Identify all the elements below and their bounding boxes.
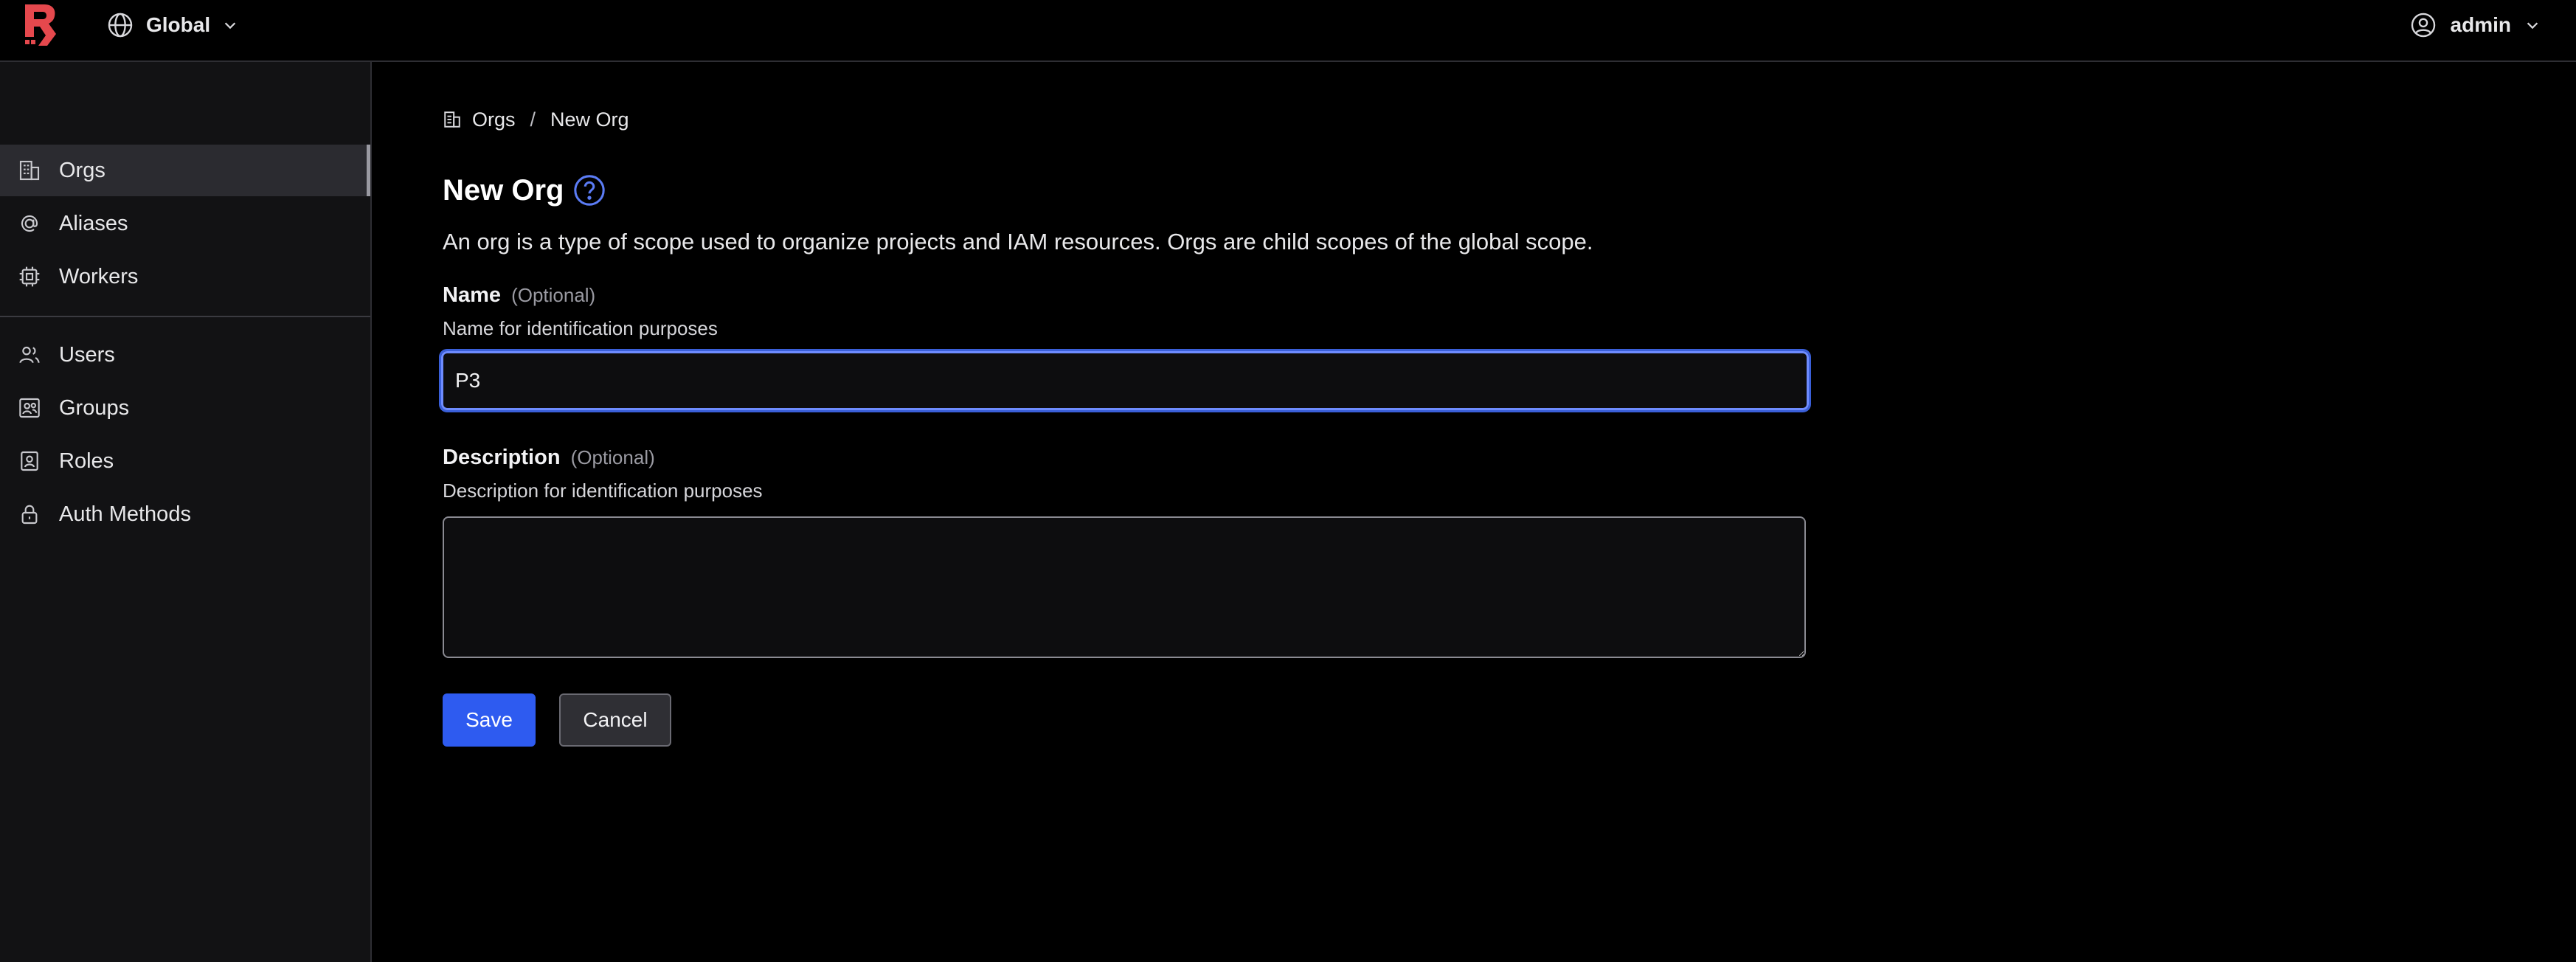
name-input[interactable] bbox=[439, 349, 1811, 412]
breadcrumb-separator: / bbox=[530, 108, 536, 131]
at-sign-icon bbox=[21, 215, 38, 232]
chevron-down-icon bbox=[224, 22, 236, 30]
sidebar-divider bbox=[0, 316, 370, 317]
sidebar-item-label: Roles bbox=[59, 449, 114, 473]
sidebar-item-workers[interactable]: Workers bbox=[0, 251, 369, 302]
sidebar-item-label: Workers bbox=[59, 264, 139, 288]
description-field-label: Description (Optional) bbox=[443, 446, 655, 470]
user-menu-label: admin bbox=[2450, 13, 2511, 36]
sidebar-item-aliases[interactable]: Aliases bbox=[0, 198, 369, 249]
sidebar-item-auth-methods[interactable]: Auth Methods bbox=[0, 488, 369, 540]
sidebar-item-label: Users bbox=[59, 342, 115, 367]
save-button[interactable]: Save bbox=[443, 693, 536, 747]
sidebar-item-label: Aliases bbox=[59, 211, 128, 235]
sidebar-item-label: Auth Methods bbox=[59, 502, 191, 526]
sidebar-item-users[interactable]: Users bbox=[0, 329, 369, 381]
page-title-row: New Org bbox=[443, 170, 606, 211]
chevron-down-icon bbox=[2527, 22, 2538, 30]
building-icon bbox=[19, 160, 40, 181]
id-badge-icon bbox=[21, 451, 38, 471]
lock-icon bbox=[21, 505, 38, 525]
sidebar: Orgs Aliases Workers Users Groups Roles … bbox=[0, 62, 372, 962]
name-label-text: Name bbox=[443, 283, 501, 307]
cancel-button[interactable]: Cancel bbox=[559, 693, 671, 747]
user-menu[interactable]: admin bbox=[2409, 7, 2541, 43]
building-icon bbox=[444, 111, 460, 128]
page-description: An org is a type of scope used to organi… bbox=[443, 229, 1593, 255]
sidebar-item-orgs[interactable]: Orgs bbox=[0, 145, 370, 196]
boundary-logo-icon[interactable] bbox=[22, 1, 60, 49]
globe-icon bbox=[108, 13, 133, 38]
name-optional-tag: (Optional) bbox=[511, 284, 596, 306]
description-optional-tag: (Optional) bbox=[570, 446, 655, 468]
breadcrumb: Orgs / New Org bbox=[443, 106, 629, 133]
scope-switcher-label: Global bbox=[146, 13, 211, 36]
description-label-text: Description bbox=[443, 446, 561, 469]
scope-switcher[interactable]: Global bbox=[106, 7, 238, 43]
description-field-help: Description for identification purposes bbox=[443, 480, 763, 502]
sidebar-item-label: Orgs bbox=[59, 158, 105, 182]
groups-icon bbox=[19, 398, 40, 418]
sidebar-item-roles[interactable]: Roles bbox=[0, 435, 369, 487]
description-textarea[interactable] bbox=[443, 516, 1806, 658]
users-icon bbox=[19, 346, 40, 364]
breadcrumb-link-orgs[interactable]: Orgs bbox=[472, 108, 516, 131]
cpu-icon bbox=[19, 266, 40, 287]
sidebar-item-label: Groups bbox=[59, 395, 130, 420]
help-circle-icon[interactable] bbox=[572, 173, 606, 207]
user-circle-icon bbox=[2411, 13, 2435, 38]
sidebar-item-groups[interactable]: Groups bbox=[0, 382, 369, 434]
breadcrumb-current: New Org bbox=[550, 108, 629, 131]
name-field-help: Name for identification purposes bbox=[443, 317, 718, 339]
top-bar: Global admin bbox=[0, 0, 2576, 62]
page-title: New Org bbox=[443, 173, 564, 207]
name-field-label: Name (Optional) bbox=[443, 283, 595, 308]
